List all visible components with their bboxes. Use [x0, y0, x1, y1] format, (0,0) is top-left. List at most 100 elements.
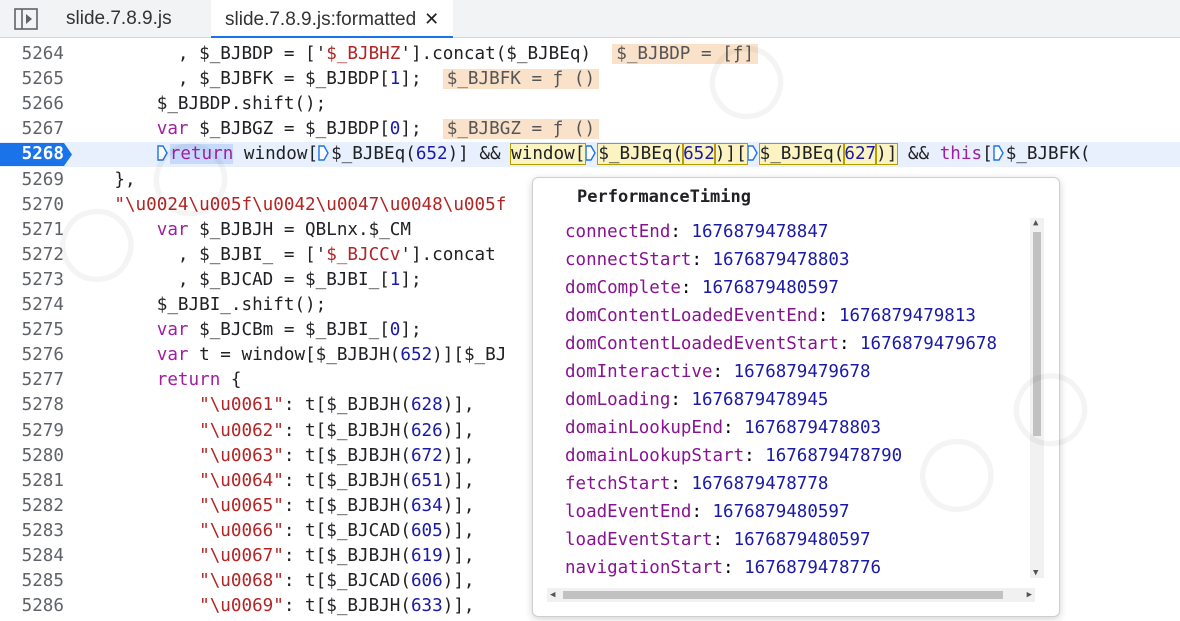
line-number[interactable]: 5275 [0, 318, 64, 343]
property-key: connectStart [565, 250, 692, 270]
line-code: , $_BJBFK = $_BJBDP[1]; $_BJBFK = ƒ () [72, 67, 600, 92]
code-token: '].concat($_BJBEq) [400, 44, 613, 64]
inline-value: $_BJBFK = ƒ () [442, 69, 600, 90]
line-number[interactable]: 5276 [0, 343, 64, 368]
code-token: t = window[$_BJBJH( [188, 345, 401, 366]
line-number[interactable]: 5272 [0, 243, 64, 268]
line-number[interactable]: 5264 [0, 42, 64, 67]
line-code: var $_BJCBm = $_BJBI_[0]; [72, 318, 422, 343]
code-token: $_BJBEq( [597, 143, 685, 166]
code-token: "\u0065" [199, 495, 284, 516]
line-number[interactable]: 5271 [0, 218, 64, 243]
code-token: 627 [843, 143, 878, 166]
line-number[interactable]: 5266 [0, 92, 64, 117]
step-into-marker-icon[interactable] [992, 144, 1004, 162]
step-into-marker-icon[interactable] [157, 144, 168, 162]
line-number[interactable]: 5285 [0, 569, 64, 594]
scrollbar-thumb[interactable] [563, 591, 1003, 599]
line-number[interactable]: 5281 [0, 469, 64, 494]
line-number[interactable]: 5268 [0, 142, 64, 167]
step-into-marker-icon[interactable] [318, 144, 329, 162]
property-row[interactable]: domainLookupEnd: 1676879478803 [565, 414, 1045, 442]
line-number[interactable]: 5270 [0, 193, 64, 218]
line-number[interactable]: 5280 [0, 444, 64, 469]
line-code: "\u0067": t[$_BJBJH(619)], [72, 544, 474, 569]
code-line[interactable]: 5265 , $_BJBFK = $_BJBDP[1]; $_BJBFK = ƒ… [0, 67, 1180, 92]
line-code: $_BJBI_.shift(); [72, 293, 326, 318]
code-token: )][$_BJ [432, 345, 507, 366]
property-row[interactable]: domComplete: 1676879480597 [565, 274, 1045, 302]
line-number[interactable]: 5286 [0, 594, 64, 619]
code-line[interactable]: 5267 var $_BJBGZ = $_BJBDP[0]; $_BJBGZ =… [0, 117, 1180, 142]
code-token: )], [442, 495, 475, 516]
scroll-down-icon[interactable]: ▼ [1033, 568, 1038, 578]
property-row[interactable]: domContentLoadedEventStart: 167687947967… [565, 330, 1045, 358]
scroll-right-icon[interactable]: ▶ [1027, 588, 1032, 602]
property-row[interactable]: domLoading: 1676879478945 [565, 386, 1045, 414]
property-row[interactable]: domInteractive: 1676879479678 [565, 358, 1045, 386]
line-number[interactable]: 5274 [0, 293, 64, 318]
code-token: 628 [410, 395, 443, 416]
code-token: 626 [410, 420, 443, 441]
tab-slide-js-formatted[interactable]: slide.7.8.9.js:formatted ✕ [211, 0, 454, 38]
vertical-scrollbar[interactable]: ▲ ▼ [1030, 218, 1044, 578]
editor-tab-bar: slide.7.8.9.js slide.7.8.9.js:formatted ✕ [0, 0, 1180, 38]
code-token: return [169, 144, 234, 165]
step-into-marker-icon[interactable] [746, 144, 758, 162]
property-row[interactable]: fetchStart: 1676879478778 [565, 470, 1045, 498]
code-token: var [156, 345, 189, 366]
code-token: )] && [447, 144, 512, 165]
property-separator: : [744, 446, 766, 466]
line-number[interactable]: 5277 [0, 368, 64, 393]
scroll-up-icon[interactable]: ▲ [1033, 218, 1038, 228]
property-value: 1676879478778 [691, 474, 829, 494]
line-code: "\u0064": t[$_BJBJH(651)], [72, 469, 474, 494]
close-icon[interactable]: ✕ [424, 9, 439, 29]
line-number[interactable]: 5265 [0, 67, 64, 92]
code-token: "\u0067" [199, 546, 284, 566]
line-number[interactable]: 5278 [0, 393, 64, 418]
line-number[interactable]: 5267 [0, 117, 64, 142]
line-number[interactable]: 5269 [0, 168, 64, 193]
inline-value: $_BJBGZ = ƒ () [442, 119, 600, 140]
property-row[interactable]: navigationStart: 1676879478776 [565, 554, 1045, 578]
code-token: 672 [410, 445, 443, 466]
property-row[interactable]: connectEnd: 1676879478847 [565, 218, 1045, 246]
current-execution-line[interactable]: 5268 return window[$_BJBEq(652)] && wind… [0, 142, 1180, 168]
line-number[interactable]: 5273 [0, 268, 64, 293]
line-number[interactable]: 5279 [0, 419, 64, 444]
code-line[interactable]: 5264 , $_BJBDP = ['$_BJBHZ'].concat($_BJ… [0, 42, 1180, 67]
line-number[interactable]: 5283 [0, 519, 64, 544]
scrollbar-thumb[interactable] [1033, 232, 1041, 436]
property-key: navigationStart [565, 558, 724, 578]
code-token: }, [72, 169, 136, 190]
property-value: 1676879478945 [691, 390, 829, 410]
step-into-marker-icon[interactable] [585, 144, 597, 162]
property-row[interactable]: loadEventStart: 1676879480597 [565, 526, 1045, 554]
property-row[interactable]: connectStart: 1676879478803 [565, 246, 1045, 274]
property-key: loadEventEnd [565, 502, 692, 522]
sidebar-toggle-icon[interactable] [14, 8, 38, 30]
code-token: 619 [410, 546, 443, 566]
tab-slide-js[interactable]: slide.7.8.9.js [66, 0, 172, 38]
code-line[interactable]: 5266 $_BJBDP.shift(); [0, 92, 1180, 117]
line-code: var $_BJBJH = QBLnx.$_CM [72, 218, 411, 243]
code-token: "\u0061" [199, 395, 284, 416]
property-key: fetchStart [565, 474, 671, 494]
property-row[interactable]: domainLookupStart: 1676879478790 [565, 442, 1045, 470]
line-number[interactable]: 5282 [0, 494, 64, 519]
code-token: [ [982, 144, 993, 165]
line-number[interactable]: 5284 [0, 544, 64, 569]
property-key: domContentLoadedEventEnd [565, 306, 818, 326]
property-row[interactable]: domContentLoadedEventEnd: 1676879479813 [565, 302, 1045, 330]
scroll-left-icon[interactable]: ◀ [550, 588, 555, 602]
property-row[interactable]: loadEventEnd: 1676879480597 [565, 498, 1045, 526]
property-key: loadEventStart [565, 530, 713, 550]
horizontal-scrollbar[interactable]: ◀ ▶ [547, 588, 1035, 602]
code-token: "\u0066" [199, 520, 284, 541]
